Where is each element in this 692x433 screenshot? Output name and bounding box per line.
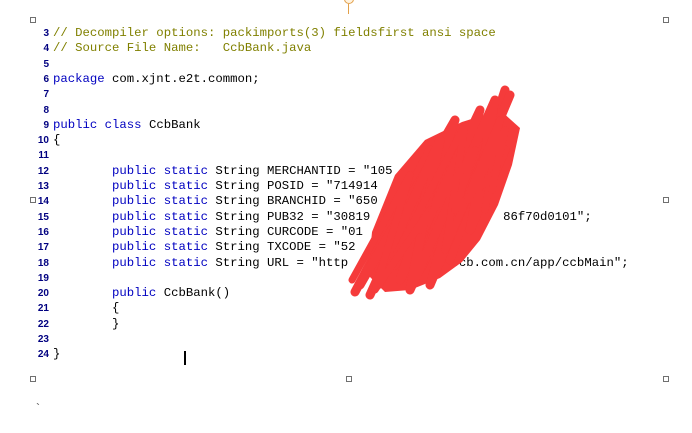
trailing-mark: `	[36, 401, 40, 415]
red-scribble-redaction	[348, 85, 520, 300]
text-cursor	[184, 351, 186, 365]
